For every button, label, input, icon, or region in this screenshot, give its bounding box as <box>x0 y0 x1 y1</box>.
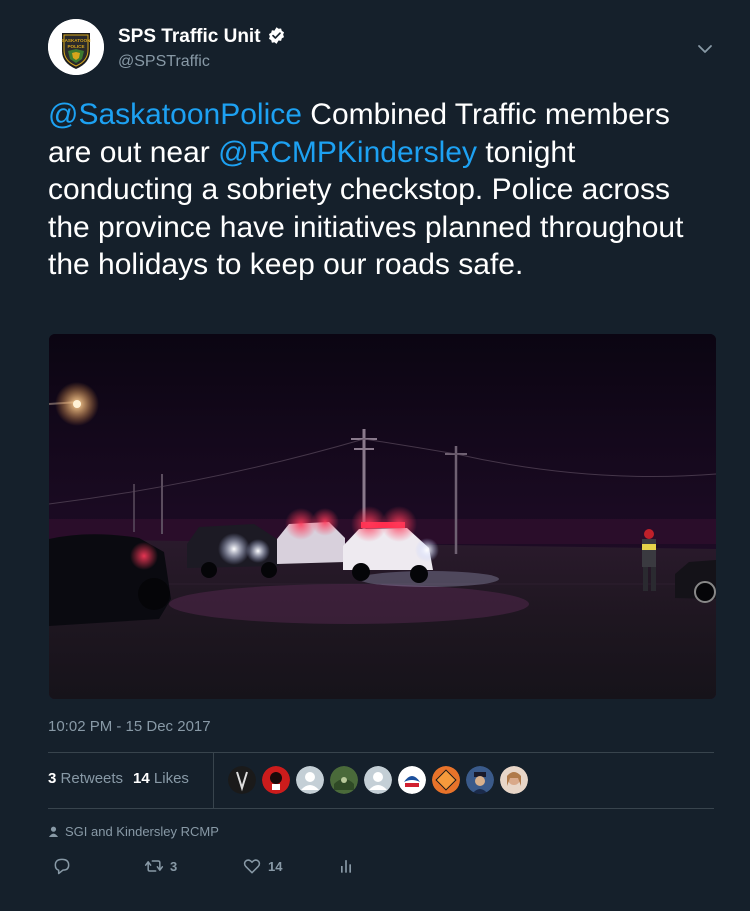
retweet-button[interactable]: 3 <box>144 856 177 880</box>
checkstop-night-photo <box>49 334 716 699</box>
liker-avatar[interactable] <box>262 766 290 794</box>
liker-avatar[interactable] <box>296 766 324 794</box>
engagement-stats: 3 Retweets 14 Likes <box>48 770 189 787</box>
tweet-timestamp[interactable]: 10:02 PM - 15 Dec 2017 <box>48 718 211 735</box>
like-action-count: 14 <box>268 858 283 874</box>
retweet-action-count: 3 <box>170 858 178 874</box>
saskatoon-police-badge-icon: SASKATOON POLICE <box>48 19 104 75</box>
stats-divider-bottom <box>48 808 714 809</box>
mention-rcmp-kindersley[interactable]: @RCMPKindersley <box>218 136 477 169</box>
analytics-button[interactable] <box>336 856 356 880</box>
author-name[interactable]: SPS Traffic Unit <box>118 26 261 47</box>
tweet-card: SASKATOON POLICE SPS Traffic Unit @SPSTr… <box>0 0 750 911</box>
analytics-icon <box>341 860 351 873</box>
liker-avatar[interactable] <box>364 766 392 794</box>
retweets-stat[interactable]: 3 Retweets <box>48 770 123 787</box>
reply-button[interactable] <box>52 856 72 880</box>
likes-label: Likes <box>153 770 189 787</box>
heart-icon <box>243 859 261 874</box>
stats-divider-top <box>48 752 714 753</box>
retweet-icon <box>144 860 164 872</box>
liker-avatar[interactable] <box>398 766 426 794</box>
tagged-people[interactable]: SGI and Kindersley RCMP <box>48 824 219 839</box>
reply-icon <box>54 858 70 875</box>
liker-avatar[interactable] <box>228 766 256 794</box>
badge-line1: SASKATOON <box>62 38 92 43</box>
liker-avatar[interactable] <box>432 766 460 794</box>
tweet-text: @SaskatoonPolice Combined Traffic member… <box>48 96 718 284</box>
liker-avatar[interactable] <box>500 766 528 794</box>
badge-line2: POLICE <box>67 44 84 49</box>
liker-avatar[interactable] <box>330 766 358 794</box>
author-name-row[interactable]: SPS Traffic Unit <box>118 26 286 48</box>
stats-vertical-divider <box>213 752 214 808</box>
like-button[interactable]: 14 <box>242 856 282 880</box>
author-handle[interactable]: @SPSTraffic <box>118 53 210 71</box>
tweet-actions-bar: 3 14 <box>48 856 714 880</box>
tweet-photo[interactable] <box>49 334 716 699</box>
verified-badge-icon <box>268 27 284 44</box>
person-icon <box>48 826 59 837</box>
retweets-label: Retweets <box>60 770 124 787</box>
retweets-count: 3 <box>48 770 57 787</box>
tagged-people-text: SGI and Kindersley RCMP <box>65 824 219 839</box>
author-avatar[interactable]: SASKATOON POLICE <box>48 19 104 75</box>
chevron-down-icon[interactable] <box>696 40 714 58</box>
likes-stat[interactable]: 14 Likes <box>133 770 189 787</box>
mention-saskatoon-police[interactable]: @SaskatoonPolice <box>48 98 302 131</box>
liker-avatar[interactable] <box>466 766 494 794</box>
likes-count: 14 <box>133 770 150 787</box>
